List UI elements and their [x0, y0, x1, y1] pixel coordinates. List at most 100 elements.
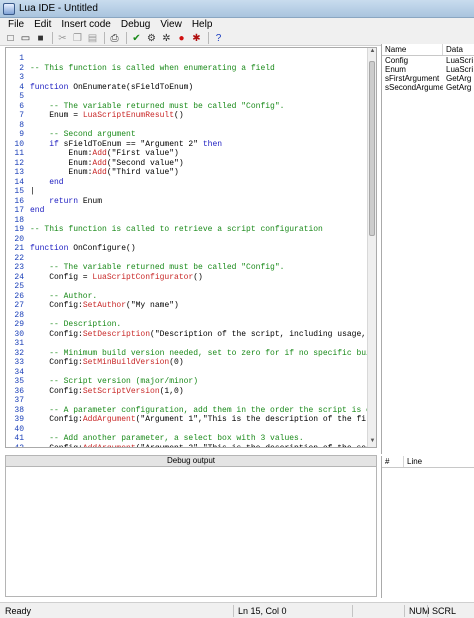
code-line[interactable]: 10 if sFieldToEnum == "Argument 2" then: [6, 140, 368, 150]
menu-debug[interactable]: Debug: [116, 18, 155, 31]
code-line[interactable]: 16 return Enum: [6, 197, 368, 207]
breakpoint-icon[interactable]: ●: [175, 32, 188, 45]
gear-run-icon[interactable]: ✲: [160, 32, 173, 45]
paste-icon[interactable]: ▤: [86, 32, 99, 45]
code-line[interactable]: 28: [6, 311, 368, 321]
code-line[interactable]: 32 -- Minimum build version needed, set …: [6, 348, 375, 359]
code-line[interactable]: 8: [6, 121, 368, 131]
code-token: Config:: [30, 386, 83, 396]
variable-data: LuaScri: [446, 65, 474, 74]
code-line[interactable]: 23 -- The variable returned must be call…: [6, 263, 368, 273]
table-row[interactable]: Config LuaScri: [382, 56, 474, 65]
code-token: (): [174, 111, 184, 120]
gear-icon[interactable]: ⚙: [145, 32, 158, 45]
line-number: 10: [14, 139, 24, 149]
menu-file[interactable]: File: [3, 18, 29, 31]
code-line[interactable]: 20: [6, 235, 368, 245]
code-line[interactable]: 35 -- Script version (major/minor): [6, 377, 368, 387]
line-number: 6: [19, 101, 24, 111]
copy-icon[interactable]: ❐: [71, 32, 84, 45]
code-line[interactable]: 36 Config: SetScriptVersion (1,0): [6, 387, 368, 397]
code-line[interactable]: 42 Config: AddArgument ("Argument 2","This…: [6, 444, 370, 448]
column-header-line[interactable]: Line: [404, 456, 474, 467]
code-line[interactable]: 40: [6, 425, 368, 435]
line-number: 23: [14, 263, 24, 272]
code-line[interactable]: 2 -- This function is called when enumera…: [6, 64, 368, 74]
code-line[interactable]: 11 Enum: Add ("First value"): [6, 149, 368, 159]
fold-margin: [26, 368, 30, 378]
menu-view[interactable]: View: [155, 18, 187, 31]
line-number: 35: [14, 377, 24, 386]
menu-help[interactable]: Help: [187, 18, 218, 31]
code-line[interactable]: 33 Config: SetMinBuildVersion (0): [6, 358, 368, 368]
code-line[interactable]: 25: [6, 282, 368, 292]
table-row[interactable]: sSecondArgume...GetArg: [382, 83, 474, 92]
print-icon[interactable]: ⎙: [108, 32, 121, 45]
code-line[interactable]: 26 -- Author.: [6, 292, 368, 302]
line-number: 22: [14, 253, 24, 263]
save-icon[interactable]: ■: [34, 32, 47, 45]
table-row[interactable]: sFirstArgument GetArg: [382, 74, 474, 83]
code-token: -- Second argument: [30, 130, 136, 139]
fold-margin: [26, 235, 30, 245]
code-token: -- Add another parameter, a select box w…: [30, 434, 304, 443]
code-line[interactable]: 1: [6, 54, 368, 64]
check-syntax-icon[interactable]: ✔: [130, 32, 143, 45]
cut-icon[interactable]: ✂: [56, 32, 69, 45]
line-number: 15: [14, 187, 24, 196]
variables-panel: Name Data Config LuaScri Enum LuaScri sFirst…: [381, 44, 474, 454]
table-row[interactable]: Enum LuaScri: [382, 65, 474, 74]
code-line[interactable]: 21 function OnConfigure(): [6, 244, 368, 254]
line-number: 12: [14, 158, 24, 168]
code-line[interactable]: 9 -- Second argument: [6, 130, 368, 140]
variable-data: LuaScri: [446, 56, 474, 65]
code-line[interactable]: 41 -- Add another parameter, a select bo…: [6, 434, 368, 444]
code-line[interactable]: 13 Enum: Add ("Third value"): [6, 168, 368, 178]
code-line[interactable]: 37: [6, 396, 368, 406]
code-token: ("First value"): [106, 149, 179, 158]
code-line[interactable]: 34: [6, 368, 368, 378]
code-line[interactable]: 4 function OnEnumerate(sFieldToEnum): [6, 83, 368, 93]
column-header-name[interactable]: Name: [382, 44, 443, 55]
resize-grip-icon[interactable]: [455, 605, 467, 617]
column-header-data[interactable]: Data: [443, 44, 474, 55]
code-line[interactable]: 14 end: [6, 178, 368, 188]
new-file-icon[interactable]: □: [4, 32, 17, 45]
code-line[interactable]: 5: [6, 92, 368, 102]
line-number: 18: [14, 215, 24, 225]
code-editor[interactable]: 1 2 -- This function is called when enumer…: [5, 47, 377, 448]
bug-icon[interactable]: ✱: [190, 32, 203, 45]
column-header-number[interactable]: #: [382, 456, 404, 467]
scroll-up-icon[interactable]: ▲: [368, 48, 376, 57]
code-line[interactable]: 19 -- This function is called to retrieve…: [6, 225, 368, 235]
help-icon[interactable]: ?: [212, 32, 225, 45]
code-line[interactable]: 24 Config = LuaScriptConfigurator(): [6, 273, 368, 283]
code-token: Config:: [30, 358, 83, 367]
code-line[interactable]: 29 -- Description.: [6, 320, 368, 330]
code-line[interactable]: 30 Config: SetDescription ("Description of…: [6, 330, 368, 340]
code-line[interactable]: 7 Enum = LuaScriptEnumResult(): [6, 111, 368, 121]
code-line[interactable]: 27 Config: SetAuthor ("My name"): [6, 301, 368, 311]
code-line[interactable]: 18: [6, 216, 368, 226]
menu-insert-code[interactable]: Insert code: [56, 18, 115, 31]
menu-edit[interactable]: Edit: [29, 18, 56, 31]
code-text[interactable]: 1 2 -- This function is called when enumer…: [6, 54, 375, 448]
editor-vertical-scrollbar[interactable]: ▲ ▼: [367, 48, 376, 447]
debug-output-area[interactable]: [5, 467, 377, 597]
variables-header: Name Data: [382, 44, 474, 56]
code-line[interactable]: 12 Enum: Add ("Second value"): [6, 159, 368, 169]
line-number: 40: [14, 424, 24, 434]
code-line[interactable]: 17 end: [6, 206, 368, 216]
code-line[interactable]: 3: [6, 73, 368, 83]
open-folder-icon[interactable]: ▭: [19, 32, 32, 45]
code-line[interactable]: 31: [6, 339, 368, 349]
scroll-down-icon[interactable]: ▼: [368, 438, 376, 447]
code-line[interactable]: 38 -- A parameter configuration, add the…: [6, 406, 370, 416]
code-line[interactable]: 39 Config: AddArgument ("Argument 1","This…: [6, 415, 370, 425]
line-number: 32: [14, 348, 24, 358]
code-line[interactable]: 6 -- The variable returned must be calle…: [6, 102, 368, 112]
scrollbar-thumb[interactable]: [369, 61, 375, 236]
code-line[interactable]: 22: [6, 254, 368, 264]
code-token: sFieldToEnum == "Argument 2": [58, 139, 203, 149]
code-line[interactable]: 15 |: [6, 187, 368, 197]
